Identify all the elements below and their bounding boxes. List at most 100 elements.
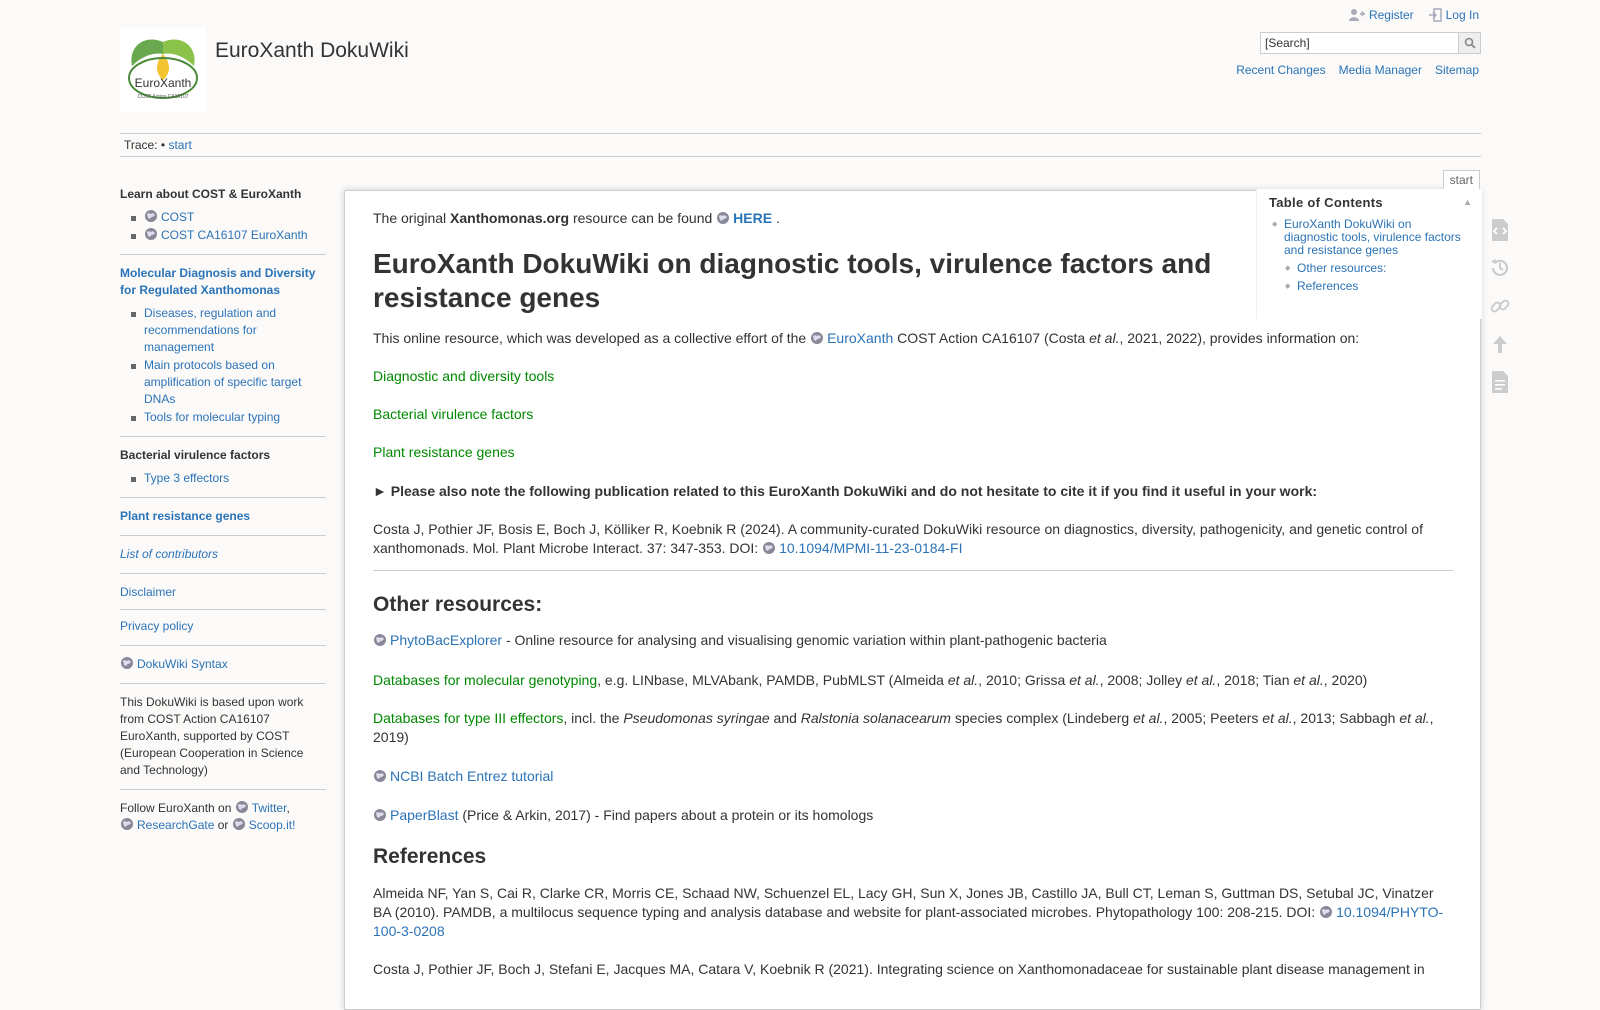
dbt3-e2: et al.: [1262, 710, 1293, 726]
sidebar-item-syntax[interactable]: DokuWiki Syntax: [120, 656, 326, 673]
site-logo[interactable]: EuroXanth COST Action CA16107: [120, 28, 206, 112]
globe-icon: [121, 657, 133, 669]
desc-mid: COST Action CA16107 (Costa: [897, 330, 1086, 346]
old-revisions-button[interactable]: [1488, 256, 1512, 280]
sidebar-link-cost[interactable]: COST: [161, 210, 194, 224]
dbt3-t1: , incl. the: [563, 710, 624, 726]
heading-references: References: [373, 845, 487, 868]
paperblast-link[interactable]: PaperBlast: [390, 807, 458, 823]
follow-prefix: Follow EuroXanth on: [120, 801, 232, 815]
dbt3-link[interactable]: Databases for type III effectors: [373, 710, 563, 726]
sidebar-link-diseases[interactable]: Diseases, regulation and recommendations…: [144, 306, 276, 354]
desc-pre: This online resource, which was develope…: [373, 330, 807, 346]
register-link[interactable]: Register: [1348, 8, 1414, 22]
desc-etal: et al.: [1089, 330, 1120, 346]
page-id: start: [1442, 170, 1480, 189]
dbt3-t3: species complex (Lindeberg: [950, 710, 1134, 726]
sidebar-link-disclaimer[interactable]: Disclaimer: [120, 585, 176, 599]
intro-paragraph: The original Xanthomonas.org resource ca…: [373, 209, 1453, 228]
reference-1: Almeida NF, Yan S, Cai R, Clarke CR, Mor…: [373, 884, 1453, 941]
intro-pre: The original: [373, 210, 447, 226]
page-tools: [1488, 218, 1512, 394]
sidebar-item-euroxanth[interactable]: COST CA16107 EuroXanth: [131, 227, 326, 244]
globe-icon: [763, 542, 776, 554]
phytobacexplorer-link[interactable]: PhytoBacExplorer: [390, 632, 502, 648]
backlinks-button[interactable]: [1488, 294, 1512, 318]
divider: [373, 570, 1453, 571]
toc-toggle-icon[interactable]: ▲: [1463, 197, 1472, 207]
dbt3-sp2: Ralstonia solanacearum: [800, 710, 951, 726]
globe-icon: [1320, 906, 1333, 918]
sidebar-learn-list: COST COST CA16107 EuroXanth: [120, 209, 326, 244]
sidebar-link-contributors[interactable]: List of contributors: [120, 546, 326, 563]
notice-paragraph: ► Please also note the following publica…: [373, 483, 1318, 499]
back-to-top-button[interactable]: [1488, 332, 1512, 356]
back-to-top-icon: [1493, 336, 1507, 353]
sidebar-item-type3[interactable]: Type 3 effectors: [131, 470, 326, 487]
login-link[interactable]: Log In: [1428, 8, 1479, 22]
dbmol-e3: et al.: [1185, 672, 1217, 688]
sitemap-link[interactable]: Sitemap: [1435, 63, 1479, 77]
sidebar-follow: Follow EuroXanth on Twitter, ResearchGat…: [120, 800, 326, 834]
intro-post: .: [775, 210, 780, 226]
sidebar-molecular-list: Diseases, regulation and recommendations…: [120, 305, 326, 426]
recent-changes-link[interactable]: Recent Changes: [1236, 63, 1325, 77]
sidebar-item-diseases[interactable]: Diseases, regulation and recommendations…: [131, 305, 326, 356]
show-source-button[interactable]: [1488, 218, 1512, 242]
here-link[interactable]: HERE: [733, 210, 772, 226]
search-input[interactable]: [1261, 33, 1458, 53]
breadcrumb: Trace: • start: [120, 133, 1481, 157]
paperblast-paragraph: PaperBlast (Price & Arkin, 2017) - Find …: [373, 806, 1453, 825]
reference-2: Costa J, Pothier JF, Boch J, Stefani E, …: [373, 961, 1425, 977]
login-label[interactable]: Log In: [1446, 8, 1479, 22]
globe-icon: [121, 818, 133, 830]
register-label[interactable]: Register: [1369, 8, 1414, 22]
globe-icon: [717, 212, 730, 224]
search-icon: [1464, 37, 1476, 49]
login-icon: [1428, 8, 1442, 22]
dbmol-link[interactable]: Databases for molecular genotyping: [373, 672, 597, 688]
sidebar-item-cost[interactable]: COST: [131, 209, 326, 226]
logo-subtext: COST Action CA16107: [137, 94, 188, 100]
sidebar-link-privacy[interactable]: Privacy policy: [120, 619, 193, 633]
sidebar: Learn about COST & EuroXanth COST COST C…: [120, 180, 326, 834]
site-tools: Recent Changes Media Manager Sitemap: [1236, 63, 1479, 77]
sidebar-heading-plant[interactable]: Plant resistance genes: [120, 508, 326, 525]
search-button[interactable]: [1458, 33, 1480, 53]
sidebar-heading-learn: Learn about COST & EuroXanth: [120, 187, 302, 201]
sidebar-heading-molecular[interactable]: Molecular Diagnosis and Diversity for Re…: [120, 265, 326, 299]
sidebar-link-typing[interactable]: Tools for molecular typing: [144, 410, 280, 424]
dbmol-e4: et al.: [1293, 672, 1324, 688]
ncbi-link[interactable]: NCBI Batch Entrez tutorial: [390, 768, 553, 784]
sidebar-item-protocols[interactable]: Main protocols based on amplification of…: [131, 357, 326, 408]
revisions-icon: [1491, 259, 1509, 276]
breadcrumb-start[interactable]: start: [168, 138, 191, 152]
dbmol-t2: , 2010; Grissa: [978, 672, 1070, 688]
dbmol-t5: , 2020): [1323, 672, 1368, 688]
sidebar-link-syntax[interactable]: DokuWiki Syntax: [137, 657, 228, 671]
media-manager-link[interactable]: Media Manager: [1339, 63, 1422, 77]
euroxanth-link[interactable]: EuroXanth: [827, 330, 893, 346]
globe-icon: [232, 818, 245, 830]
section-link-resistance[interactable]: Plant resistance genes: [373, 444, 515, 460]
dbt3-t5: , 2013; Sabbagh: [1292, 710, 1400, 726]
phyto-text: - Online resource for analysing and visu…: [502, 632, 1107, 648]
dbt3-t2: and: [769, 710, 801, 726]
scoopit-link[interactable]: Scoop.it!: [249, 818, 296, 832]
export-pdf-button[interactable]: [1488, 370, 1512, 394]
sidebar-link-type3[interactable]: Type 3 effectors: [144, 471, 229, 485]
site-title[interactable]: EuroXanth DokuWiki: [215, 39, 409, 63]
search-box: [1260, 32, 1481, 54]
contributors-label[interactable]: List of contributors: [120, 547, 218, 561]
sidebar-item-typing[interactable]: Tools for molecular typing: [131, 409, 326, 426]
citation-doi-link[interactable]: 10.1094/MPMI-11-23-0184-FI: [779, 540, 962, 556]
globe-icon: [374, 809, 386, 821]
researchgate-link[interactable]: ResearchGate: [137, 818, 214, 832]
section-link-virulence[interactable]: Bacterial virulence factors: [373, 406, 533, 422]
sidebar-link-euroxanth[interactable]: COST CA16107 EuroXanth: [161, 228, 308, 242]
section-link-diagnostic[interactable]: Diagnostic and diversity tools: [373, 368, 554, 384]
show-source-icon: [1492, 219, 1508, 241]
sidebar-link-protocols[interactable]: Main protocols based on amplification of…: [144, 358, 301, 406]
breadcrumb-bullet: •: [160, 138, 166, 152]
twitter-link[interactable]: Twitter: [252, 801, 287, 815]
